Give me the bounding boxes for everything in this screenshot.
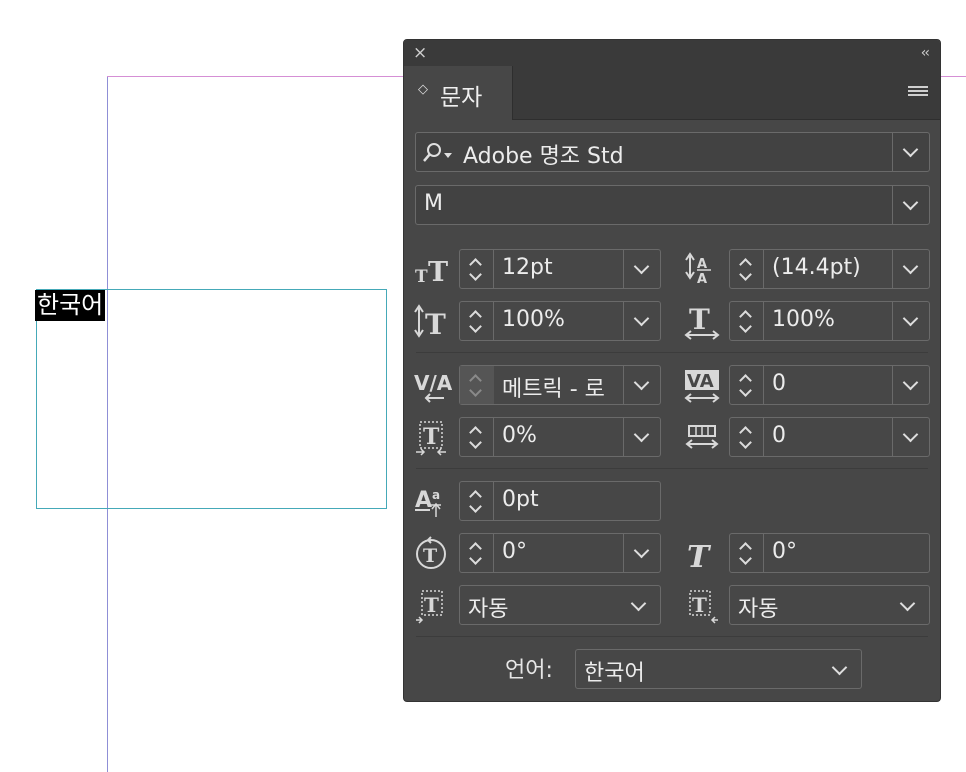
chevron-down-icon[interactable] — [623, 302, 660, 340]
chevron-down-icon[interactable] — [623, 250, 660, 288]
leading-value: (14.4pt) — [772, 255, 861, 280]
rotation-field[interactable]: 0° — [459, 533, 661, 573]
selected-text[interactable]: 한국어 — [35, 290, 106, 321]
stepper-icon — [460, 366, 494, 404]
language-dropdown[interactable]: 한국어 — [575, 649, 862, 689]
search-icon — [423, 143, 452, 162]
stepper-icon[interactable] — [730, 366, 764, 404]
language-label: 언어: — [505, 658, 553, 683]
aki-after-dropdown[interactable]: 자동 — [729, 585, 930, 625]
font-style-dropdown[interactable]: M — [415, 185, 930, 225]
stepper-icon[interactable] — [730, 250, 764, 288]
font-style-value: M — [424, 191, 443, 216]
stepper-icon[interactable] — [460, 418, 494, 456]
kerning-value: 메트릭 - 로 — [502, 377, 605, 402]
chevron-down-icon[interactable] — [892, 250, 929, 288]
svg-text:VA: VA — [687, 371, 714, 392]
font-size-field[interactable]: 12pt — [459, 249, 661, 289]
divider — [416, 468, 928, 469]
baseline-shift-value: 0pt — [502, 487, 539, 512]
kerning-field[interactable]: 메트릭 - 로 — [459, 365, 661, 405]
horizontal-scale-field[interactable]: 100% — [729, 301, 930, 341]
chevron-down-icon[interactable] — [623, 366, 660, 404]
chevron-down-icon[interactable] — [623, 418, 660, 456]
stepper-icon[interactable] — [730, 534, 764, 572]
svg-text:a: a — [432, 488, 440, 502]
vertical-scale-field[interactable]: 100% — [459, 301, 661, 341]
font-family-dropdown[interactable]: Adobe 명조 Std — [415, 132, 930, 172]
vertical-scale-value: 100% — [502, 307, 565, 332]
chevron-down-icon[interactable] — [892, 366, 929, 404]
chevron-down-icon — [899, 595, 916, 612]
chevron-down-icon — [630, 595, 647, 612]
aki-before-dropdown[interactable]: 자동 — [459, 585, 661, 625]
svg-text:T: T — [423, 545, 437, 567]
text-frame[interactable] — [36, 289, 387, 509]
aki-value: 0 — [772, 423, 786, 448]
chevron-down-icon[interactable] — [892, 186, 929, 224]
aki-icon — [684, 418, 722, 456]
horizontal-scale-value: 100% — [772, 307, 835, 332]
skew-value: 0° — [772, 539, 797, 564]
tab-bar: ◇ 문자 — [404, 66, 940, 120]
tab-character[interactable]: ◇ 문자 — [404, 66, 513, 120]
tsume-field[interactable]: 0% — [459, 417, 661, 457]
rotation-value: 0° — [502, 539, 527, 564]
panel-titlebar: × ‹‹ — [404, 40, 940, 66]
divider — [416, 352, 928, 353]
font-size-value: 12pt — [502, 255, 553, 280]
tab-options-icon: ◇ — [418, 82, 428, 97]
chevron-down-icon — [831, 659, 848, 676]
chevron-down-icon[interactable] — [892, 302, 929, 340]
collapse-icon[interactable]: ‹‹ — [921, 43, 930, 63]
tracking-field[interactable]: 0 — [729, 365, 930, 405]
aki-after-value: 자동 — [738, 597, 779, 622]
vertical-scale-icon: T — [414, 302, 452, 341]
skew-field[interactable]: 0° — [729, 533, 930, 573]
language-value: 한국어 — [584, 661, 645, 686]
font-size-icon: TT — [414, 250, 452, 288]
tsume-value: 0% — [502, 423, 537, 448]
close-icon[interactable]: × — [413, 43, 427, 63]
stepper-icon[interactable] — [460, 482, 494, 520]
baseline-shift-field[interactable]: 0pt — [459, 481, 661, 521]
svg-text:T: T — [689, 303, 710, 336]
svg-text:T: T — [428, 257, 448, 288]
chevron-down-icon[interactable] — [892, 133, 929, 171]
tracking-icon: VA — [684, 366, 722, 404]
svg-text:T: T — [423, 424, 440, 450]
skew-icon: T — [684, 535, 722, 575]
svg-text:T: T — [692, 593, 707, 617]
svg-text:V/A: V/A — [414, 371, 452, 395]
svg-text:T: T — [415, 267, 428, 287]
tracking-value: 0 — [772, 371, 786, 396]
svg-text:T: T — [424, 593, 439, 617]
stepper-icon[interactable] — [460, 250, 494, 288]
aki-field[interactable]: 0 — [729, 417, 930, 457]
character-rotation-icon: T — [414, 535, 452, 573]
baseline-shift-icon: Aa — [414, 483, 452, 521]
svg-text:A: A — [697, 272, 707, 287]
chevron-down-icon[interactable] — [892, 418, 929, 456]
stepper-icon[interactable] — [460, 534, 494, 572]
horizontal-scale-icon: T — [684, 302, 722, 340]
divider — [416, 636, 928, 637]
tab-label: 문자 — [440, 85, 483, 111]
chevron-down-icon[interactable] — [623, 534, 660, 572]
kerning-icon: V/A — [414, 366, 453, 404]
panel-menu-icon[interactable] — [908, 86, 928, 98]
leading-field[interactable]: (14.4pt) — [729, 249, 930, 289]
stepper-icon[interactable] — [730, 302, 764, 340]
svg-text:T: T — [687, 540, 712, 573]
svg-text:T: T — [425, 308, 446, 340]
stepper-icon[interactable] — [460, 302, 494, 340]
aki-before-icon: T — [414, 587, 452, 625]
stepper-icon[interactable] — [730, 418, 764, 456]
aki-after-icon: T — [684, 587, 722, 625]
font-family-value: Adobe 명조 Std — [463, 144, 624, 169]
leading-icon: AA — [684, 250, 722, 288]
tsume-icon: T — [414, 418, 452, 456]
character-panel: × ‹‹ ◇ 문자 Adobe 명조 Std M TT 12pt AA (14.… — [403, 39, 941, 702]
aki-before-value: 자동 — [468, 597, 509, 622]
